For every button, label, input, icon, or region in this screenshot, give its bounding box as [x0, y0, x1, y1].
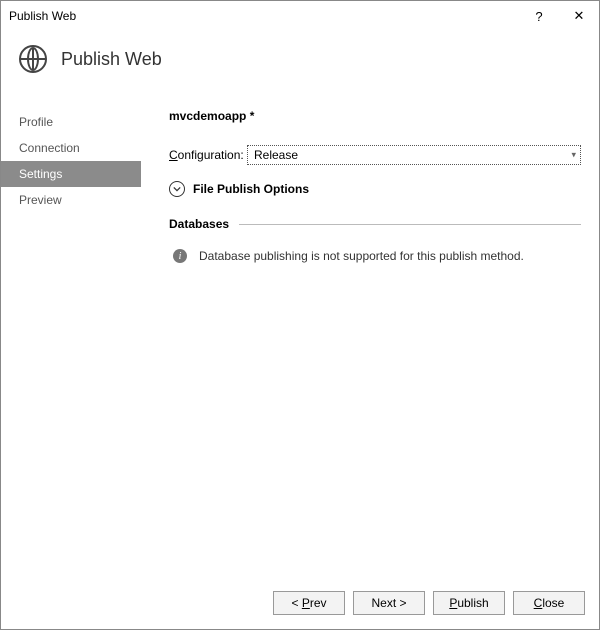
- database-info-text: Database publishing is not supported for…: [199, 249, 524, 263]
- body: Profile Connection Settings Preview mvcd…: [1, 89, 599, 579]
- prev-button[interactable]: < Prev: [273, 591, 345, 615]
- dialog-window: Publish Web ? ✕ Publish Web Profile Conn…: [0, 0, 600, 630]
- configuration-value: Release: [254, 148, 298, 162]
- file-publish-label: File Publish Options: [193, 182, 309, 196]
- footer: < Prev Next > Publish Close: [1, 579, 599, 629]
- chevron-down-icon: [169, 181, 185, 197]
- publish-button[interactable]: Publish: [433, 591, 505, 615]
- sidebar-item-settings[interactable]: Settings: [1, 161, 141, 187]
- sidebar-item-connection[interactable]: Connection: [1, 135, 141, 161]
- sidebar-item-label: Connection: [19, 141, 80, 155]
- sidebar-item-label: Preview: [19, 193, 62, 207]
- database-info-row: i Database publishing is not supported f…: [169, 249, 581, 263]
- header: Publish Web: [1, 31, 599, 89]
- help-button[interactable]: ?: [519, 1, 559, 31]
- sidebar-item-label: Settings: [19, 167, 62, 181]
- content-panel: mvcdemoapp * Configuration: Release ▾ Fi…: [141, 89, 599, 579]
- titlebar: Publish Web ? ✕: [1, 1, 599, 31]
- next-button[interactable]: Next >: [353, 591, 425, 615]
- databases-label: Databases: [169, 217, 229, 231]
- configuration-select[interactable]: Release ▾: [247, 145, 581, 165]
- databases-section-header: Databases: [169, 217, 581, 231]
- header-title: Publish Web: [61, 49, 162, 70]
- close-icon: ✕: [574, 8, 585, 24]
- configuration-row: Configuration: Release ▾: [169, 145, 581, 165]
- sidebar-item-profile[interactable]: Profile: [1, 109, 141, 135]
- globe-icon: [19, 45, 47, 73]
- sidebar-item-preview[interactable]: Preview: [1, 187, 141, 213]
- sidebar-item-label: Profile: [19, 115, 53, 129]
- divider: [239, 224, 581, 225]
- close-button[interactable]: Close: [513, 591, 585, 615]
- help-icon: ?: [535, 9, 542, 24]
- chevron-down-icon: ▾: [571, 150, 576, 161]
- sidebar: Profile Connection Settings Preview: [1, 89, 141, 579]
- close-window-button[interactable]: ✕: [559, 1, 599, 31]
- info-icon: i: [173, 249, 187, 263]
- window-title: Publish Web: [9, 9, 519, 23]
- configuration-label: Configuration:: [169, 148, 247, 162]
- file-publish-expander[interactable]: File Publish Options: [169, 181, 581, 197]
- profile-name: mvcdemoapp *: [169, 109, 581, 123]
